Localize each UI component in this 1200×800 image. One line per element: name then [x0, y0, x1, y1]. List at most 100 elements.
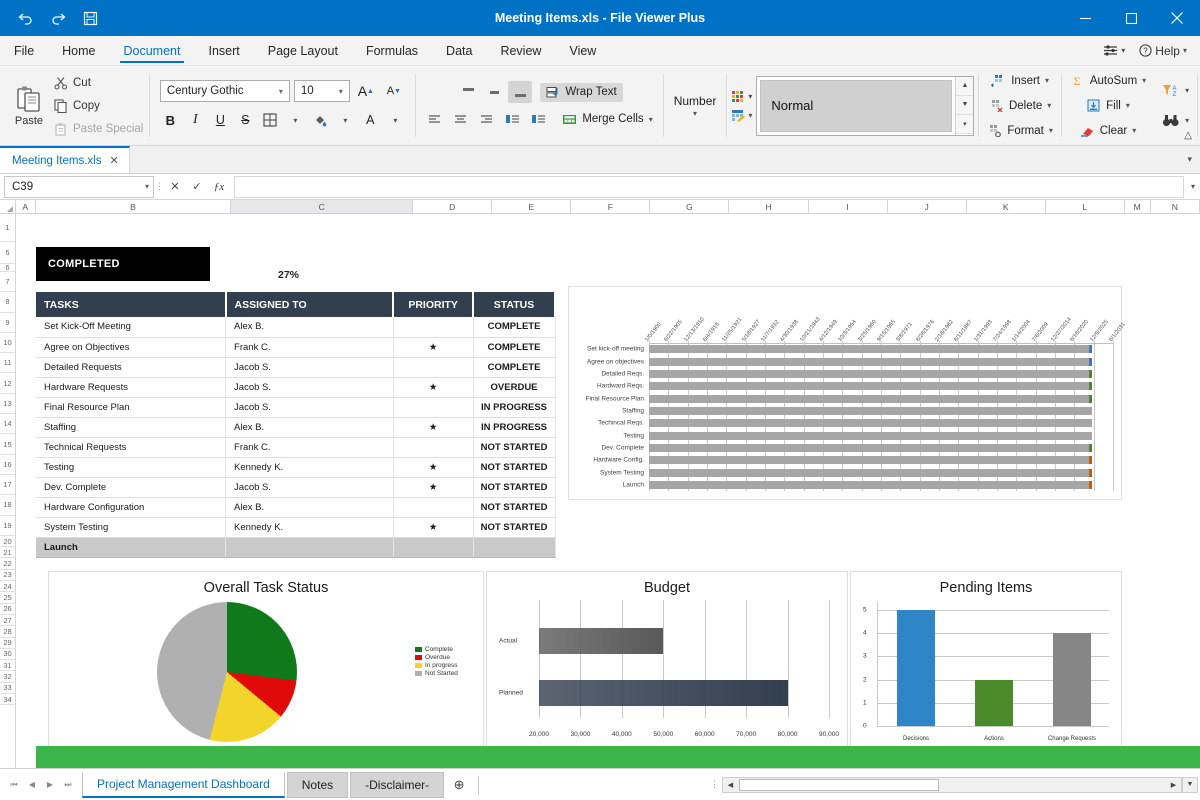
- increase-indent-button[interactable]: [526, 108, 550, 130]
- cell-priority[interactable]: [393, 317, 474, 338]
- scroll-left-button[interactable]: ◀: [723, 778, 738, 792]
- align-middle-button[interactable]: [482, 81, 506, 103]
- row-header-6[interactable]: 6: [0, 263, 15, 272]
- cell-style-normal[interactable]: Normal: [760, 79, 953, 132]
- row-header-29[interactable]: 29: [0, 637, 15, 649]
- cut-button[interactable]: Cut: [54, 73, 143, 93]
- fill-color-dropdown[interactable]: ▾: [333, 108, 357, 132]
- cell-assigned[interactable]: Jacob S.: [225, 397, 394, 418]
- row-header-21[interactable]: 21: [0, 547, 15, 559]
- insert-cells-button[interactable]: Insert ▾: [991, 70, 1049, 92]
- budget-chart[interactable]: Budget 20,000 30,000 40,000 50,000 60,000 70,…: [486, 571, 848, 756]
- cell-status[interactable]: IN PROGRESS: [473, 397, 556, 418]
- expand-formula-bar-button[interactable]: ▾: [1186, 182, 1200, 191]
- sheet-tab-notes[interactable]: Notes: [286, 771, 349, 798]
- cell-task[interactable]: Set Kick-Off Meeting: [36, 317, 227, 338]
- settings-sliders-icon[interactable]: ▾: [1098, 44, 1130, 57]
- row-header-34[interactable]: 34: [0, 694, 15, 706]
- cell-task[interactable]: Testing: [36, 457, 227, 478]
- cell-assigned[interactable]: Alex B.: [225, 497, 394, 518]
- cell-assigned[interactable]: Jacob S.: [225, 477, 394, 498]
- cell-status[interactable]: NOT STARTED: [473, 477, 556, 498]
- row-header-17[interactable]: 17: [0, 474, 15, 496]
- wrap-text-button[interactable]: Wrap Text: [540, 82, 623, 102]
- cell-status[interactable]: NOT STARTED: [473, 437, 556, 458]
- tab-view[interactable]: View: [555, 36, 610, 65]
- column-header-a[interactable]: A: [15, 200, 36, 213]
- table-row[interactable]: Hardware Configuration Alex B. NOT STARTED: [36, 497, 556, 518]
- row-header-10[interactable]: 10: [0, 332, 15, 354]
- row-header-22[interactable]: 22: [0, 558, 15, 570]
- cell-assigned[interactable]: [225, 537, 394, 558]
- bold-button[interactable]: B: [158, 108, 182, 132]
- row-header-32[interactable]: 32: [0, 671, 15, 683]
- font-family-combo[interactable]: Century Gothic ▾: [159, 80, 290, 102]
- sheet-tab-disclaimer[interactable]: -Disclaimer-: [350, 771, 445, 798]
- column-header-m[interactable]: M: [1124, 200, 1151, 213]
- cell-task[interactable]: Staffing: [36, 417, 227, 438]
- next-sheet-button[interactable]: ▶: [42, 774, 58, 796]
- tab-file[interactable]: File: [0, 36, 48, 65]
- cell-status[interactable]: NOT STARTED: [473, 497, 556, 518]
- gantt-chart[interactable]: 1/0/1900 6/22/1905 12/13/1910 6/4/1916 11/25…: [568, 286, 1127, 500]
- close-icon[interactable]: ✕: [109, 154, 118, 167]
- table-row[interactable]: System Testing Kennedy K. ★ NOT STARTED: [36, 517, 556, 538]
- cell-status[interactable]: OVERDUE: [473, 377, 556, 398]
- formula-bar-grip[interactable]: ⋮: [154, 181, 164, 192]
- row-header-9[interactable]: 9: [0, 312, 15, 333]
- column-header-h[interactable]: H: [729, 200, 809, 213]
- cell-status[interactable]: NOT STARTED: [473, 517, 556, 538]
- align-bottom-button[interactable]: [508, 81, 533, 103]
- table-row[interactable]: Launch: [36, 537, 556, 558]
- column-header-n[interactable]: N: [1150, 200, 1200, 213]
- minimize-icon[interactable]: [1062, 0, 1108, 36]
- document-tab[interactable]: Meeting Items.xls ✕: [0, 146, 130, 173]
- cell-assigned[interactable]: Jacob S.: [225, 377, 394, 398]
- row-header-16[interactable]: 16: [0, 454, 15, 475]
- overall-task-status-chart[interactable]: Overall Task Status Complete Overdue In pr…: [48, 571, 484, 756]
- row-header-7[interactable]: 7: [0, 272, 15, 293]
- maximize-icon[interactable]: [1108, 0, 1154, 36]
- tab-formulas[interactable]: Formulas: [352, 36, 432, 65]
- table-row[interactable]: Hardware Requests Jacob S. ★ OVERDUE: [36, 377, 556, 398]
- merge-cells-button[interactable]: Merge Cells ▾: [558, 111, 656, 128]
- cell-task[interactable]: Hardware Configuration: [36, 497, 227, 518]
- gallery-scroll-up[interactable]: ▲: [956, 76, 974, 96]
- cell-task[interactable]: Agree on Objectives: [36, 337, 227, 358]
- prev-sheet-button[interactable]: ◀: [24, 774, 40, 796]
- clear-button[interactable]: Clear ▾: [1080, 120, 1136, 142]
- tab-document[interactable]: Document: [110, 36, 195, 65]
- table-row[interactable]: Final Resource Plan Jacob S. IN PROGRESS: [36, 397, 556, 418]
- cell-assigned[interactable]: Jacob S.: [225, 357, 394, 378]
- table-row[interactable]: Technical Requests Frank C. NOT STARTED: [36, 437, 556, 458]
- scroll-right-button[interactable]: ▶: [1166, 778, 1181, 792]
- column-header-g[interactable]: G: [650, 200, 730, 213]
- document-tab-overflow[interactable]: ▾: [1187, 146, 1200, 173]
- cell-priority[interactable]: [393, 537, 474, 558]
- row-header-1[interactable]: 1: [0, 214, 15, 242]
- scroll-down-button[interactable]: ▼: [1182, 776, 1198, 793]
- paste-button[interactable]: Paste: [6, 69, 52, 142]
- gallery-scroll[interactable]: ▲ ▼ ▾: [955, 76, 974, 135]
- italic-button[interactable]: I: [183, 108, 207, 132]
- column-header-j[interactable]: J: [887, 200, 967, 213]
- row-header-8[interactable]: 8: [0, 292, 15, 313]
- table-row[interactable]: Set Kick-Off Meeting Alex B. COMPLETE: [36, 317, 556, 338]
- row-header-20[interactable]: 20: [0, 535, 15, 548]
- row-header-33[interactable]: 33: [0, 682, 15, 695]
- cell-task[interactable]: Hardware Requests: [36, 377, 227, 398]
- collapse-ribbon-button[interactable]: △: [1184, 130, 1192, 141]
- cell-styles-gallery[interactable]: Normal ▲ ▼ ▾: [756, 75, 975, 136]
- column-header-d[interactable]: D: [413, 200, 493, 213]
- tab-insert[interactable]: Insert: [194, 36, 253, 65]
- cell-task[interactable]: Launch: [36, 537, 227, 558]
- copy-button[interactable]: Copy: [54, 96, 143, 116]
- cell-task[interactable]: Technical Requests: [36, 437, 227, 458]
- underline-button[interactable]: U: [208, 108, 232, 132]
- align-right-button[interactable]: [474, 108, 498, 130]
- tab-page-layout[interactable]: Page Layout: [254, 36, 352, 65]
- decrease-indent-button[interactable]: [500, 108, 524, 130]
- align-left-button[interactable]: [422, 108, 446, 130]
- cell-task[interactable]: Final Resource Plan: [36, 397, 227, 418]
- increase-font-size-button[interactable]: A ▲: [354, 79, 378, 103]
